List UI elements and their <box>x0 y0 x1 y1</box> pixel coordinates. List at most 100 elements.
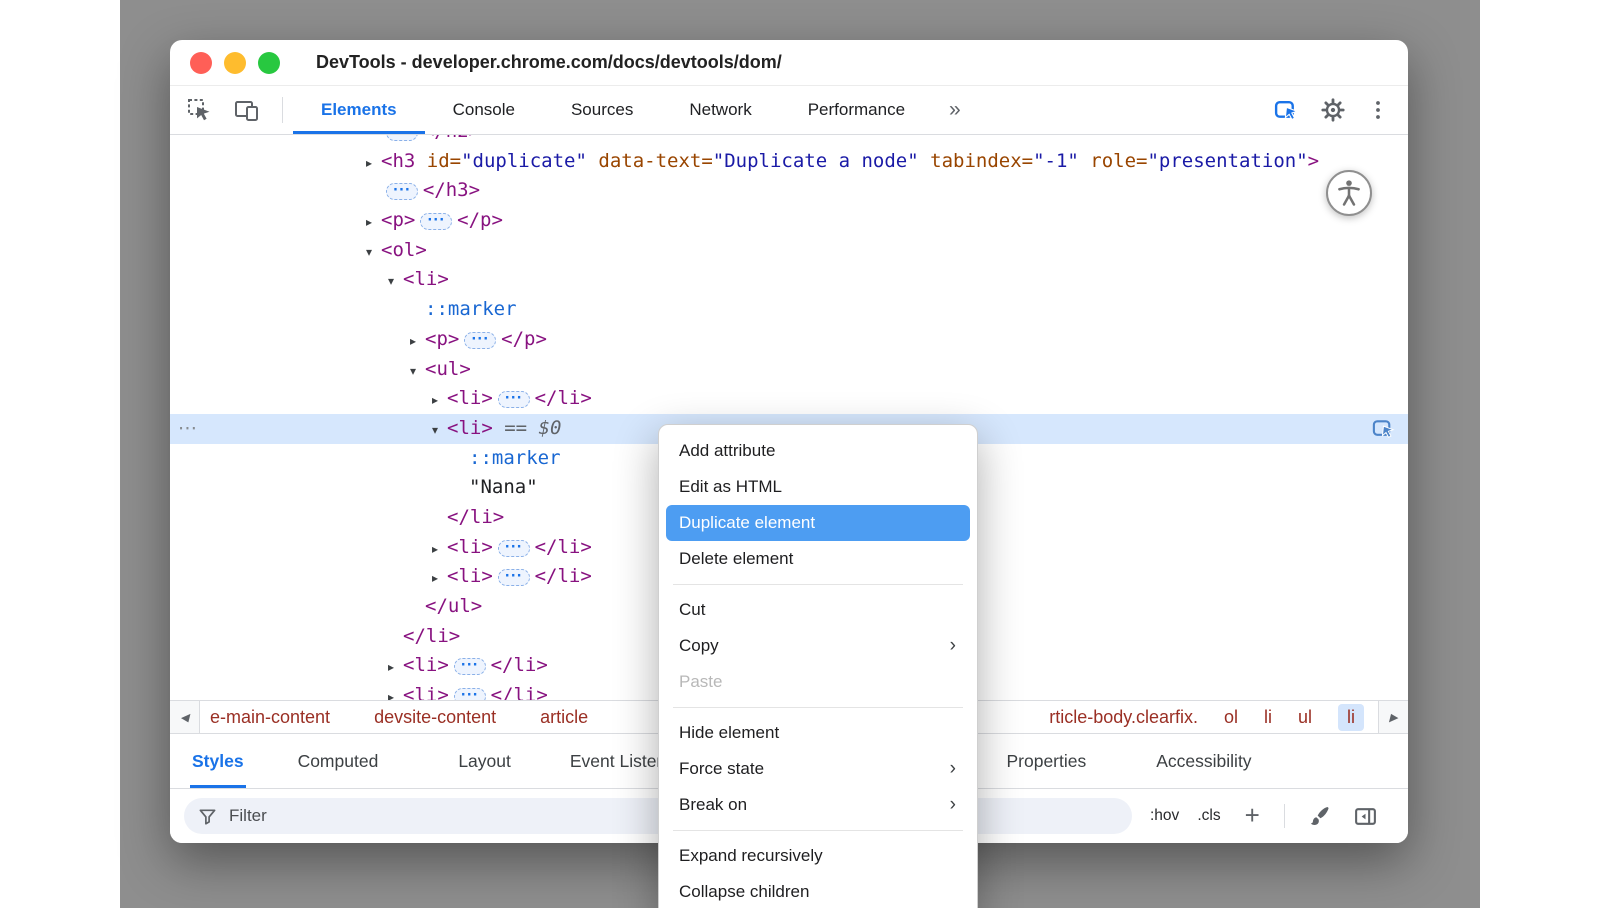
element-classes-button[interactable]: .cls <box>1197 807 1220 825</box>
more-tabs-button[interactable]: » <box>933 98 977 122</box>
node-token-tag: </li> <box>491 684 548 700</box>
tab-properties[interactable]: Properties <box>1004 734 1088 788</box>
twisty-collapsed-icon[interactable]: ▸ <box>432 386 447 416</box>
twisty-collapsed-icon[interactable]: ▸ <box>432 564 447 594</box>
menu-item-expand-recursively[interactable]: Expand recursively <box>666 838 970 874</box>
menu-item-paste[interactable]: Paste <box>666 664 970 700</box>
tab-network[interactable]: Network <box>661 86 779 134</box>
settings-gear-icon[interactable] <box>1320 97 1346 123</box>
tree-row[interactable]: ▾<ul> <box>170 355 1408 385</box>
node-token-tag: <li> <box>403 654 449 676</box>
twisty-collapsed-icon[interactable]: ▸ <box>366 149 381 179</box>
paint-brush-icon[interactable] <box>1307 804 1331 828</box>
inline-expand-icon[interactable]: ··· <box>498 391 530 408</box>
tree-row[interactable]: ···</h2> <box>170 135 1408 147</box>
menu-item-delete-element[interactable]: Delete element <box>666 541 970 577</box>
menu-item-label: Hide element <box>679 723 779 742</box>
tree-row[interactable]: ▸<h3 id="duplicate" data-text="Duplicate… <box>170 147 1408 177</box>
inline-expand-icon[interactable]: ··· <box>498 569 530 586</box>
tab-elements[interactable]: Elements <box>293 86 425 134</box>
inspect-badge-icon[interactable] <box>1273 97 1300 124</box>
node-token-tag: </ul> <box>425 595 482 617</box>
tree-row[interactable]: ▸<p>···</p> <box>170 206 1408 236</box>
traffic-lights <box>190 52 280 74</box>
tree-row[interactable]: ▸<li>···</li> <box>170 384 1408 414</box>
menu-item-copy[interactable]: Copy› <box>666 628 970 664</box>
twisty-collapsed-icon[interactable]: ▸ <box>388 683 403 700</box>
twisty-expanded-icon[interactable]: ▾ <box>366 238 381 268</box>
toggle-element-state-button[interactable]: :hov <box>1150 807 1179 825</box>
breadcrumb-item-ol[interactable]: ol <box>1224 707 1238 728</box>
close-window-button[interactable] <box>190 52 212 74</box>
twisty-expanded-icon[interactable]: ▾ <box>432 416 447 446</box>
tab-styles[interactable]: Styles <box>190 734 246 788</box>
inline-expand-icon[interactable]: ··· <box>420 213 452 230</box>
tab-console[interactable]: Console <box>425 86 543 134</box>
tree-row[interactable]: ::marker <box>170 295 1408 325</box>
menu-item-hide-element[interactable]: Hide element <box>666 715 970 751</box>
device-toolbar-icon[interactable] <box>234 97 260 123</box>
node-token-tag: </li> <box>447 506 504 528</box>
tab-sources[interactable]: Sources <box>543 86 661 134</box>
menu-item-break-on[interactable]: Break on› <box>666 787 970 823</box>
breadcrumb-item-article[interactable]: article <box>540 707 588 728</box>
node-inspect-badge-icon[interactable] <box>1371 416 1396 441</box>
breadcrumb-item-rticle-body-clearfix[interactable]: rticle-body.clearfix. <box>1049 707 1198 728</box>
breadcrumb-scroll-left-button[interactable]: ◀ <box>170 701 200 733</box>
window-title: DevTools - developer.chrome.com/docs/dev… <box>316 52 782 73</box>
node-token-val: "-1" <box>1033 150 1079 172</box>
breadcrumb-item-ul[interactable]: ul <box>1298 707 1312 728</box>
tab-layout[interactable]: Layout <box>456 734 513 788</box>
inline-expand-icon[interactable]: ··· <box>454 688 486 700</box>
menu-item-add-attribute[interactable]: Add attribute <box>666 433 970 469</box>
breadcrumb-item-li[interactable]: li <box>1264 707 1272 728</box>
tab-computed[interactable]: Computed <box>296 734 381 788</box>
node-token-tag: </li> <box>535 565 592 587</box>
tree-row[interactable]: ▸<p>···</p> <box>170 325 1408 355</box>
menu-item-edit-as-html[interactable]: Edit as HTML <box>666 469 970 505</box>
breadcrumb-scroll-right-button[interactable]: ▶ <box>1378 701 1408 733</box>
node-token-tag: </h3> <box>423 179 480 201</box>
inline-expand-icon[interactable]: ··· <box>498 540 530 557</box>
node-token-tag: </p> <box>457 209 503 231</box>
twisty-collapsed-icon[interactable]: ▸ <box>410 327 425 357</box>
toggle-sidebar-icon[interactable] <box>1353 804 1378 829</box>
breadcrumb-item-li[interactable]: li <box>1338 704 1364 731</box>
menu-item-cut[interactable]: Cut <box>666 592 970 628</box>
node-token-tag: <li> <box>403 268 449 290</box>
menu-item-label: Edit as HTML <box>679 477 782 496</box>
menu-item-collapse-children[interactable]: Collapse children <box>666 874 970 908</box>
new-style-rule-button[interactable]: + <box>1245 802 1260 828</box>
inspect-element-icon[interactable] <box>186 97 212 123</box>
tab-performance[interactable]: Performance <box>780 86 933 134</box>
tree-row[interactable]: ▾<ol> <box>170 236 1408 266</box>
menu-item-label: Duplicate element <box>679 513 815 532</box>
menu-separator <box>673 707 963 708</box>
breadcrumb-item-devsite-content[interactable]: devsite-content <box>374 707 496 728</box>
overflow-menu-icon[interactable] <box>1366 98 1390 122</box>
tab-accessibility[interactable]: Accessibility <box>1154 734 1253 788</box>
twisty-collapsed-icon[interactable]: ▸ <box>388 653 403 683</box>
node-token-text: "Nana" <box>469 476 538 498</box>
twisty-collapsed-icon[interactable]: ▸ <box>366 208 381 238</box>
menu-item-duplicate-element[interactable]: Duplicate element <box>666 505 970 541</box>
node-token-attr: data-text= <box>587 150 713 172</box>
breadcrumb-item-e-main-content[interactable]: e-main-content <box>210 707 330 728</box>
inline-expand-icon[interactable]: ··· <box>454 658 486 675</box>
menu-item-force-state[interactable]: Force state› <box>666 751 970 787</box>
menu-item-label: Copy <box>679 636 719 655</box>
zoom-window-button[interactable] <box>258 52 280 74</box>
minimize-window-button[interactable] <box>224 52 246 74</box>
inline-expand-icon[interactable]: ··· <box>386 183 418 200</box>
tree-row[interactable]: ▾<li> <box>170 265 1408 295</box>
inline-expand-icon[interactable]: ··· <box>386 135 418 141</box>
twisty-expanded-icon[interactable]: ▾ <box>388 267 403 297</box>
submenu-arrow-icon: › <box>950 751 956 787</box>
node-token-tag: </li> <box>535 536 592 558</box>
twisty-expanded-icon[interactable]: ▾ <box>410 357 425 387</box>
row-overflow-icon[interactable]: ⋯ <box>178 414 197 444</box>
inline-expand-icon[interactable]: ··· <box>464 332 496 349</box>
twisty-collapsed-icon[interactable]: ▸ <box>432 535 447 565</box>
tree-row[interactable]: ··· </h3> <box>170 176 1408 206</box>
node-token-pseudo: ::marker <box>425 298 517 320</box>
